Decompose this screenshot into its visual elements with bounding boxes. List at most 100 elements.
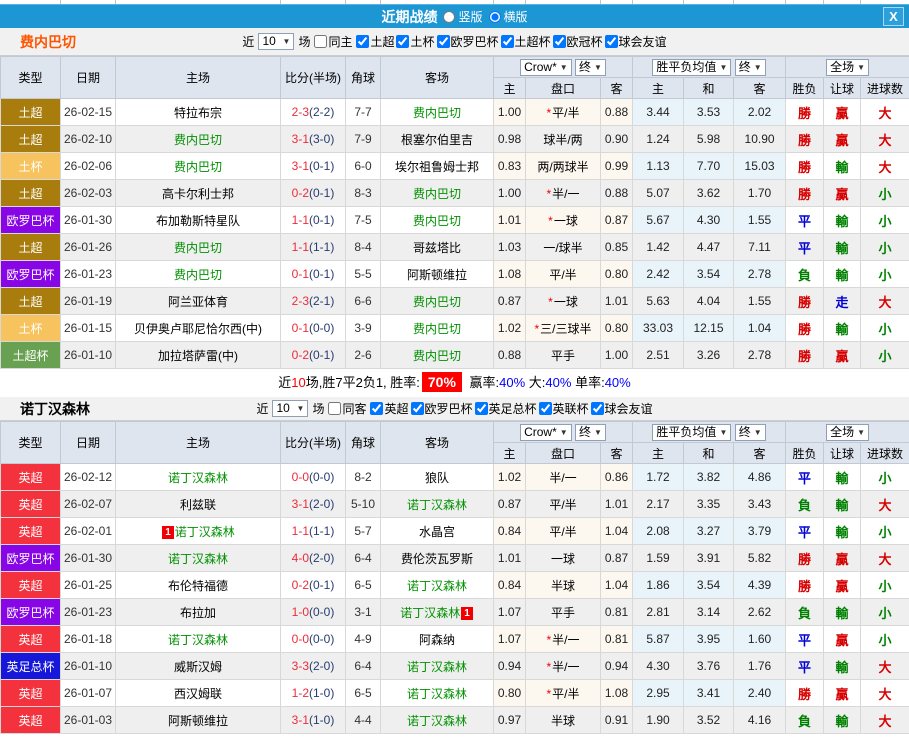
away-team-name: 阿森纳 xyxy=(418,632,455,647)
league-filter[interactable]: 英联杯 xyxy=(538,400,589,417)
handicap-text: 一球 xyxy=(550,551,575,566)
match-date: 26-02-06 xyxy=(60,152,116,180)
same-venue-filter[interactable]: 同主 xyxy=(314,33,352,50)
league-filter[interactable]: 土超 xyxy=(356,33,394,50)
mean-away: 2.62 xyxy=(733,598,787,626)
odds-company-select[interactable]: Crow* ▼ xyxy=(520,58,572,76)
col-mean-home: 主 xyxy=(632,442,685,464)
home-team-cell: 利兹联 xyxy=(115,490,281,518)
halftime-score: (0-0) xyxy=(309,605,335,619)
vertical-layout-radio[interactable] xyxy=(443,10,456,23)
star-marker: * xyxy=(534,321,540,336)
match-count-select[interactable]: 10 ▼ xyxy=(258,33,295,50)
corner-cell: 6-5 xyxy=(345,679,381,707)
chevron-down-icon: ▼ xyxy=(719,427,728,437)
col-mean-away: 客 xyxy=(733,442,787,464)
away-team-name: 费内巴切 xyxy=(412,186,461,201)
match-row: 土杯 26-01-15 贝伊奥卢耶尼恰尔西(中) 0-1(0-0) 3-9 费内巴切 1.0… xyxy=(0,314,909,342)
league-filter[interactable]: 英超 xyxy=(370,400,409,417)
league-filter[interactable]: 球会友谊 xyxy=(604,33,667,50)
col-mean-draw: 和 xyxy=(683,442,735,464)
league-checkbox[interactable] xyxy=(356,34,370,48)
home-team-name: 西汉姆联 xyxy=(173,686,222,701)
home-team-cell: 西汉姆联 xyxy=(115,679,281,707)
fulltime-select[interactable]: 全场 ▼ xyxy=(826,58,870,76)
fulltime-score: 1-1 xyxy=(291,240,309,254)
odds-final-select[interactable]: 终 ▼ xyxy=(575,423,606,441)
home-team-cell: 阿斯顿维拉 xyxy=(115,706,281,734)
match-row: 土超杯 26-01-10 加拉塔萨雷(中) 0-2(0-1) 2-6 费内巴切 0.88 平手… xyxy=(0,341,909,369)
col-corner: 角球 xyxy=(345,421,381,464)
close-icon[interactable]: X xyxy=(883,7,904,26)
match-count-select[interactable]: 10 ▼ xyxy=(272,400,309,417)
odds-handicap: *半/一 xyxy=(525,625,601,653)
league-checkbox[interactable] xyxy=(590,401,604,415)
fulltime-select[interactable]: 全场 ▼ xyxy=(826,423,870,441)
chevron-down-icon: ▼ xyxy=(753,427,762,437)
halftime-score: (1-0) xyxy=(309,713,335,727)
away-team-name: 费内巴切 xyxy=(412,105,461,120)
league-filter[interactable]: 土杯 xyxy=(396,33,435,50)
same-venue-checkbox[interactable] xyxy=(328,402,342,415)
home-team-name: 利兹联 xyxy=(179,497,216,512)
mean-home: 1.13 xyxy=(632,152,685,180)
mean-draw: 3.95 xyxy=(683,625,735,653)
away-team-cell: 费内巴切 xyxy=(380,179,494,207)
match-row: 土超 26-02-15 特拉布宗 2-3(2-2) 7-7 费内巴切 1.00 *平/半 0.8… xyxy=(0,98,909,126)
corner-cell: 7-9 xyxy=(345,125,381,153)
league-checkbox[interactable] xyxy=(396,34,410,48)
result-goals: 小 xyxy=(860,314,909,342)
league-checkbox[interactable] xyxy=(604,34,618,48)
halftime-score: (1-0) xyxy=(309,686,335,700)
horizontal-layout-radio[interactable] xyxy=(488,10,501,23)
league-label: 土超杯 xyxy=(514,34,551,49)
team-section-fenerbahce: 费内巴切 近 10 ▼ 场 同主 土超 土杯 欧罗巴杯 土超杯 欧冠杯 球会友谊 类型 日期… xyxy=(0,28,909,397)
league-filter[interactable]: 欧罗巴杯 xyxy=(436,33,499,50)
league-filter[interactable]: 土超杯 xyxy=(500,33,551,50)
mean-final-select[interactable]: 终 ▼ xyxy=(734,423,766,441)
mean-odds-select[interactable]: 胜平负均值 ▼ xyxy=(652,58,732,76)
result-goals: 大 xyxy=(860,679,909,707)
league-filter[interactable]: 欧冠杯 xyxy=(552,33,603,50)
league-filter[interactable]: 球会友谊 xyxy=(590,400,653,417)
corner-cell: 6-0 xyxy=(345,152,381,180)
mean-away: 1.70 xyxy=(733,179,787,207)
league-checkbox[interactable] xyxy=(410,401,424,415)
mean-away: 5.82 xyxy=(733,544,787,572)
corner-cell: 3-1 xyxy=(345,598,381,626)
league-filter[interactable]: 欧罗巴杯 xyxy=(410,400,473,417)
score-cell: 0-2(0-1) xyxy=(280,179,346,207)
odds-handicap: 平/半 xyxy=(525,490,601,518)
result-handicap-bet: 輸 xyxy=(823,233,862,261)
results-table: 类型 日期 主场 比分(半场) 角球 客场 Crow* ▼ 终 ▼ 胜平负均值 ▼ 终… xyxy=(0,421,909,734)
mean-odds-select[interactable]: 胜平负均值 ▼ xyxy=(652,423,732,441)
match-row: 英超 26-02-01 1 诺丁汉森林 1-1(1-1) 5-7 水晶宫 0.84 平/半 1.0… xyxy=(0,517,909,545)
fulltime-score: 3-3 xyxy=(291,659,309,673)
odds-company-select[interactable]: Crow* ▼ xyxy=(520,423,572,441)
odds-home: 0.80 xyxy=(493,679,526,707)
league-checkbox[interactable] xyxy=(370,401,384,415)
league-checkbox[interactable] xyxy=(538,401,552,415)
result-outcome: 勝 xyxy=(785,287,825,315)
vertical-layout-option[interactable]: 竖版 xyxy=(443,8,483,25)
league-checkbox[interactable] xyxy=(552,34,566,48)
odds-home: 1.07 xyxy=(493,625,526,653)
odds-final-select[interactable]: 终 ▼ xyxy=(575,58,606,76)
match-date: 26-01-25 xyxy=(60,571,116,599)
league-checkbox[interactable] xyxy=(436,34,450,48)
result-goals: 小 xyxy=(860,517,909,545)
horizontal-layout-option[interactable]: 横版 xyxy=(488,8,528,25)
league-filter[interactable]: 英足总杯 xyxy=(474,400,537,417)
odds-home: 1.02 xyxy=(493,314,526,342)
odds-handicap: 半球 xyxy=(525,706,601,734)
col-odds-home: 主 xyxy=(493,77,526,99)
league-checkbox[interactable] xyxy=(500,34,514,48)
same-venue-checkbox[interactable] xyxy=(314,35,328,48)
league-checkbox[interactable] xyxy=(474,401,488,415)
odds-home: 1.00 xyxy=(493,179,526,207)
league-label: 土超 xyxy=(370,34,395,49)
league-label: 欧罗巴杯 xyxy=(424,401,473,416)
same-venue-filter[interactable]: 同客 xyxy=(328,400,366,417)
mean-final-select[interactable]: 终 ▼ xyxy=(734,58,766,76)
away-team-cell: 诺丁汉森林 1 xyxy=(380,598,494,626)
